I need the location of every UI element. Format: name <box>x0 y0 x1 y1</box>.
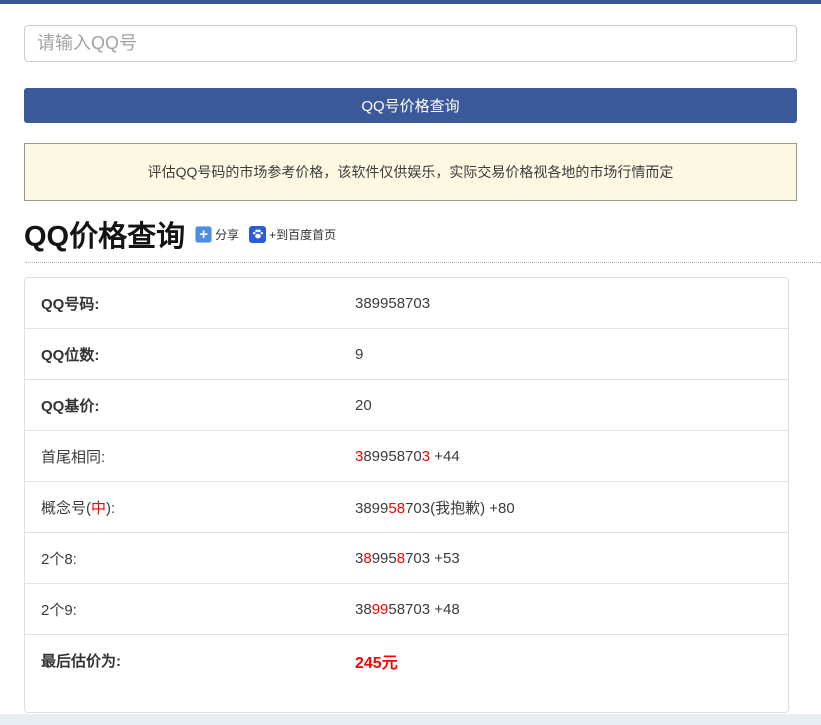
row-value: 389958703 +44 <box>355 448 772 465</box>
text-segment: 58 <box>388 500 405 517</box>
text-segment: 2个9: <box>41 602 77 619</box>
text-segment: 首尾相同: <box>41 449 105 466</box>
table-row: 2个9: 389958703 +48 <box>25 583 788 634</box>
row-value: 389958703 +48 <box>355 601 772 618</box>
text-segment: QQ号码: <box>41 296 99 313</box>
table-row: 概念号(中):389958703(我抱歉) +80 <box>25 481 788 532</box>
row-value: 20 <box>355 397 772 414</box>
text-segment: 3 <box>422 448 430 465</box>
text-segment: 995 <box>372 550 397 567</box>
table-row: 最后估价为: 245元 <box>25 634 788 712</box>
text-segment: 703(我抱歉) +80 <box>405 500 515 517</box>
text-segment: 245元 <box>355 655 398 672</box>
table-row: QQ基价: 20 <box>25 379 788 430</box>
row-value: 389958703 +53 <box>355 550 772 567</box>
table-row: 2个8: 389958703 +53 <box>25 532 788 583</box>
row-label: QQ位数: <box>41 344 355 365</box>
baidu-home-button[interactable]: +到百度首页 <box>249 226 336 243</box>
qq-number-input[interactable] <box>24 25 797 62</box>
table-row: QQ位数: 9 <box>25 328 788 379</box>
disclaimer-text: 评估QQ号码的市场参考价格，该软件仅供娱乐，实际交易价格视各地的市场行情而定 <box>148 162 674 182</box>
share-label: 分享 <box>215 226 239 243</box>
footer-strip <box>0 714 821 725</box>
text-segment: 8 <box>397 550 405 567</box>
text-segment: 389958703 <box>355 295 430 312</box>
text-segment: 8 <box>363 550 371 567</box>
text-segment: QQ位数: <box>41 347 99 364</box>
main-content: QQ号价格查询 评估QQ号码的市场参考价格，该软件仅供娱乐，实际交易价格视各地的… <box>0 25 821 713</box>
text-segment: 703 +53 <box>405 550 460 567</box>
text-segment: 38 <box>355 601 372 618</box>
page: QQ号价格查询 评估QQ号码的市场参考价格，该软件仅供娱乐，实际交易价格视各地的… <box>0 0 821 725</box>
query-price-button[interactable]: QQ号价格查询 <box>24 88 797 123</box>
row-value: 389958703(我抱歉) +80 <box>355 497 772 518</box>
text-segment: 8995870 <box>363 448 421 465</box>
text-segment: +44 <box>430 448 460 465</box>
table-row: QQ号码: 389958703 <box>25 278 788 328</box>
table-row: 首尾相同: 389958703 +44 <box>25 430 788 481</box>
share-button[interactable]: + 分享 <box>195 226 239 243</box>
row-label: QQ基价: <box>41 395 355 416</box>
section-header: QQ价格查询 + 分享 <box>24 215 797 253</box>
text-segment: QQ基价: <box>41 398 99 415</box>
text-segment: 2个8: <box>41 551 77 568</box>
row-label: QQ号码: <box>41 293 355 314</box>
text-segment: 概念号( <box>41 500 91 517</box>
top-accent-bar <box>0 0 821 4</box>
divider <box>25 262 821 263</box>
row-label: 概念号(中): <box>41 497 355 518</box>
row-label: 2个8: <box>41 548 355 569</box>
row-value: 245元 <box>355 649 772 673</box>
baidu-home-label: +到百度首页 <box>269 226 336 243</box>
text-segment: 9 <box>355 346 363 363</box>
page-title: QQ价格查询 <box>24 213 185 255</box>
baidu-paw-icon <box>249 226 266 243</box>
share-plus-icon: + <box>195 226 212 243</box>
text-segment: 最后估价为: <box>41 653 121 670</box>
text-segment: 20 <box>355 397 372 414</box>
row-value: 9 <box>355 346 772 363</box>
row-label: 首尾相同: <box>41 446 355 467</box>
row-label: 2个9: <box>41 599 355 620</box>
price-table: QQ号码:389958703QQ位数:9QQ基价:20首尾相同:38995870… <box>24 277 789 713</box>
disclaimer-notice: 评估QQ号码的市场参考价格，该软件仅供娱乐，实际交易价格视各地的市场行情而定 <box>24 143 797 201</box>
text-segment: 中 <box>91 500 106 517</box>
text-segment: 3899 <box>355 500 388 517</box>
text-segment: 99 <box>372 601 389 618</box>
row-value: 389958703 <box>355 295 772 312</box>
row-label: 最后估价为: <box>41 650 355 671</box>
text-segment: ): <box>106 500 115 517</box>
text-segment: 58703 +48 <box>388 601 459 618</box>
